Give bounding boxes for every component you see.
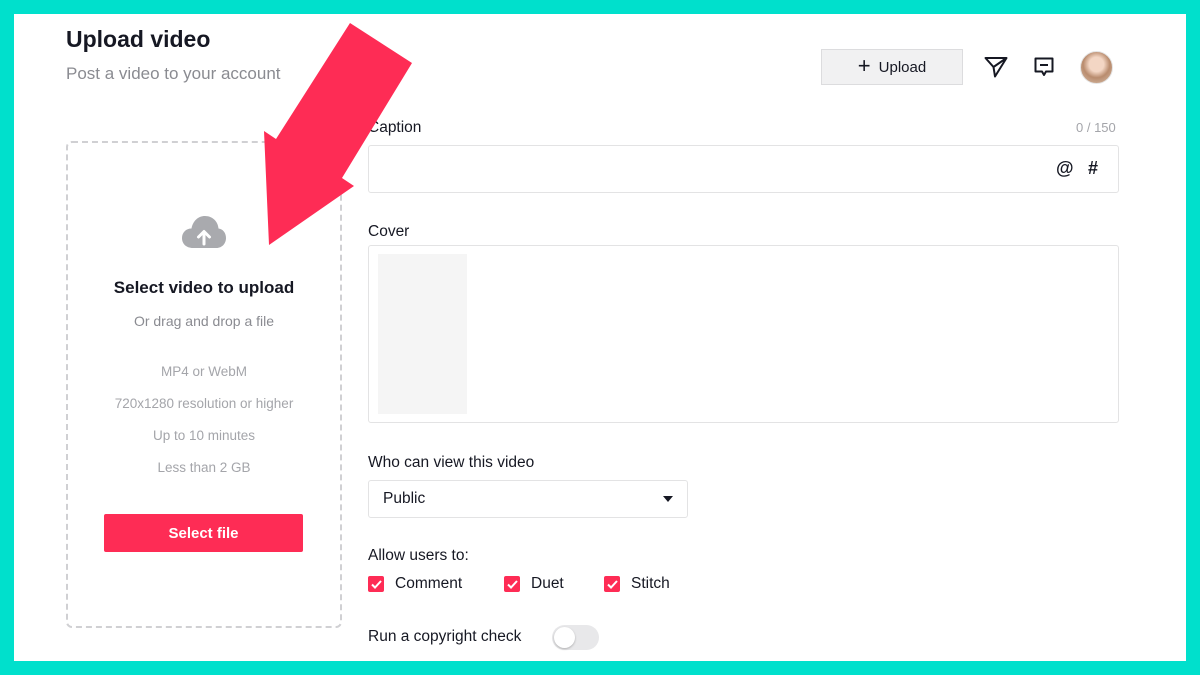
cover-selector[interactable] (368, 245, 1119, 423)
mention-icon[interactable]: @ (1056, 158, 1074, 179)
avatar[interactable] (1080, 51, 1113, 84)
inbox-icon[interactable] (1031, 54, 1057, 80)
caption-input[interactable] (368, 145, 1119, 193)
caret-down-icon (663, 496, 673, 502)
duet-checkbox[interactable]: Duet (504, 575, 564, 593)
copyright-check-label: Run a copyright check (368, 628, 522, 645)
requirement-size: Less than 2 GB (157, 460, 251, 475)
privacy-label: Who can view this video (368, 454, 535, 471)
select-file-button[interactable]: Select file (104, 514, 303, 552)
stitch-checkbox[interactable]: Stitch (604, 575, 670, 593)
allow-users-label: Allow users to: (368, 547, 469, 564)
hashtag-icon[interactable]: # (1088, 158, 1098, 179)
stitch-checkbox-label: Stitch (631, 575, 670, 592)
annotation-arrow-icon (239, 14, 419, 259)
requirement-resolution: 720x1280 resolution or higher (114, 396, 294, 411)
comment-checkbox-label: Comment (395, 575, 463, 592)
toggle-knob (554, 627, 575, 648)
send-icon[interactable] (983, 54, 1009, 80)
copyright-check-toggle[interactable] (552, 625, 599, 650)
privacy-select[interactable]: Public (368, 480, 688, 518)
upload-button-label: Upload (878, 58, 927, 76)
cover-thumbnail[interactable] (378, 254, 467, 414)
caption-char-count: 0 / 150 (1076, 120, 1116, 135)
upload-page: Upload video Post a video to your accoun… (14, 14, 1186, 661)
dropzone-title: Select video to upload (113, 278, 295, 297)
upload-button[interactable]: + Upload (821, 49, 963, 85)
checkmark-icon (504, 576, 520, 592)
cloud-upload-icon (182, 215, 226, 254)
duet-checkbox-label: Duet (531, 575, 564, 592)
checkmark-icon (368, 576, 384, 592)
comment-checkbox[interactable]: Comment (368, 575, 462, 593)
checkmark-icon (604, 576, 620, 592)
plus-icon: + (857, 53, 871, 78)
page-title: Upload video (66, 26, 211, 52)
requirement-duration: Up to 10 minutes (152, 428, 256, 443)
requirement-format: MP4 or WebM (160, 364, 248, 379)
privacy-value: Public (383, 490, 426, 507)
dropzone-subtitle: Or drag and drop a file (133, 313, 275, 329)
